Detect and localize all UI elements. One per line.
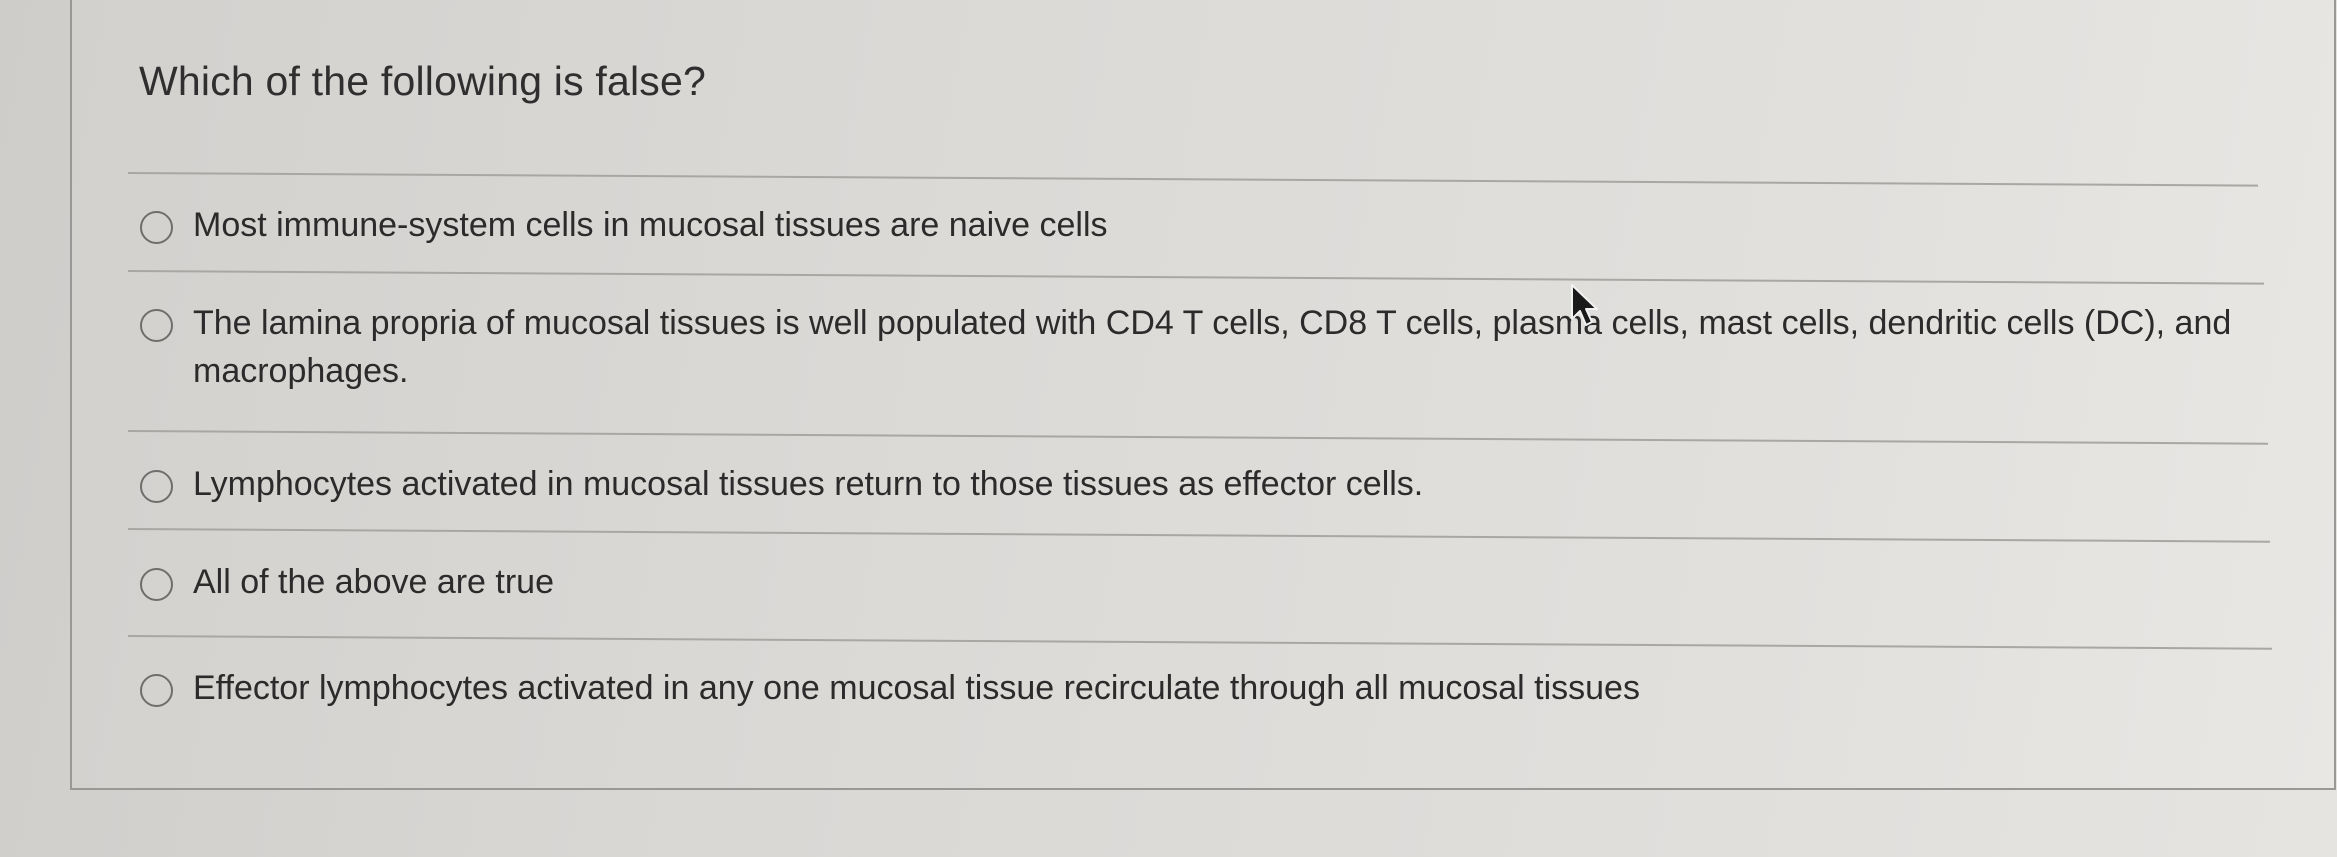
option-3[interactable]: Lymphocytes activated in mucosal tissues… bbox=[140, 465, 1423, 508]
radio-button[interactable] bbox=[140, 309, 173, 342]
option-1[interactable]: Most immune-system cells in mucosal tiss… bbox=[140, 206, 1108, 249]
radio-button[interactable] bbox=[140, 674, 173, 707]
option-label: Effector lymphocytes activated in any on… bbox=[193, 669, 1640, 707]
option-2[interactable]: The lamina propria of mucosal tissues is… bbox=[140, 304, 2231, 395]
option-label: The lamina propria of mucosal tissues is… bbox=[193, 299, 2231, 395]
radio-button[interactable] bbox=[140, 568, 173, 601]
option-label: Most immune-system cells in mucosal tiss… bbox=[193, 206, 1108, 244]
option-label: Lymphocytes activated in mucosal tissues… bbox=[193, 465, 1424, 503]
radio-button[interactable] bbox=[140, 211, 173, 244]
option-4[interactable]: All of the above are true bbox=[140, 563, 554, 606]
option-label-line-2: macrophages. bbox=[193, 352, 409, 390]
mouse-pointer-icon bbox=[1571, 284, 1598, 326]
option-5[interactable]: Effector lymphocytes activated in any on… bbox=[140, 669, 1640, 712]
question-text: Which of the following is false? bbox=[139, 58, 707, 104]
option-label-line-1: The lamina propria of mucosal tissues is… bbox=[193, 304, 2232, 342]
option-label: All of the above are true bbox=[193, 563, 555, 601]
radio-button[interactable] bbox=[140, 470, 173, 503]
